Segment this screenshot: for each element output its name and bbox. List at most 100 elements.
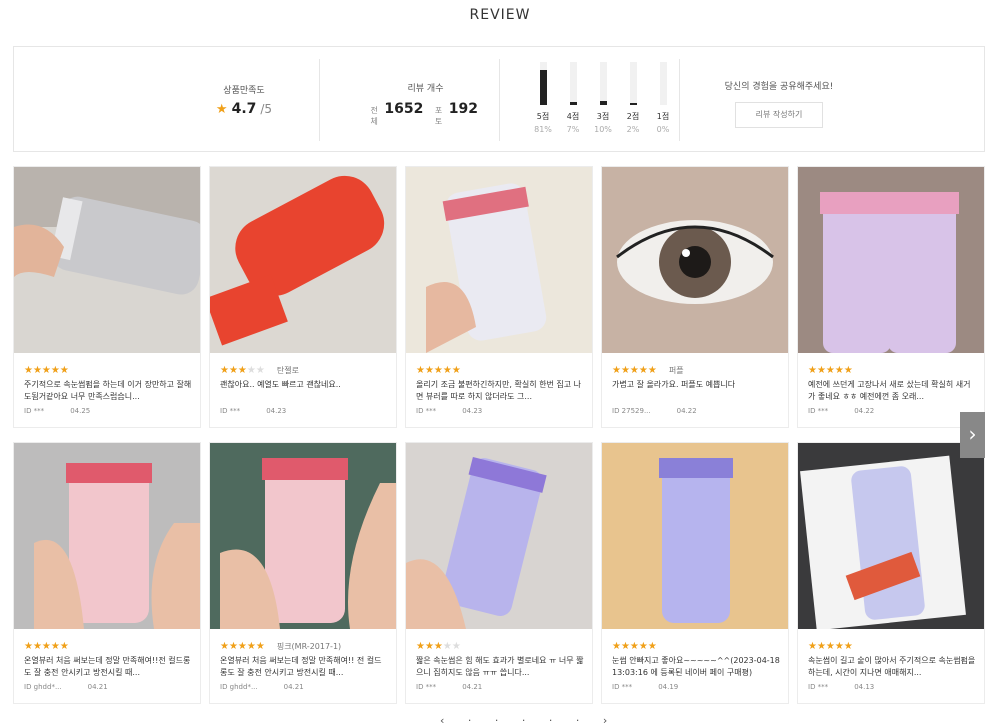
rating-stars: ★★★★★ bbox=[416, 640, 461, 652]
rating-stars: ★★★★★ bbox=[612, 640, 657, 652]
review-card[interactable]: ★★★★★ 올리기 조금 불편하긴하지만, 확실히 한번 집고 나면 뷰러를 따… bbox=[405, 166, 593, 428]
rating-stars: ★★★ ★★ 탄젤로 bbox=[220, 364, 299, 376]
dist-bar bbox=[629, 103, 637, 105]
next-page-button[interactable]: › bbox=[960, 412, 985, 458]
review-summary: 상품만족도 ★ 4.7 /5 리뷰 개수 전체 1652 포토 192 5점 8… bbox=[13, 46, 985, 152]
review-text: 올리기 조금 불편하긴하지만, 확실히 한번 집고 나면 뷰러를 따로 하지 않… bbox=[416, 380, 581, 401]
rating-max: /5 bbox=[260, 102, 273, 116]
review-date: 04.21 bbox=[283, 683, 304, 691]
review-option: 핑크(MR-2017-1) bbox=[276, 641, 342, 651]
review-photo[interactable] bbox=[602, 443, 788, 629]
divider bbox=[319, 59, 320, 141]
review-photo[interactable] bbox=[14, 167, 200, 353]
review-text: 눈썹 안빠지고 좋아요~~~~~^^(2023-04-18 13:03:16 에… bbox=[612, 656, 780, 677]
review-date: 04.25 bbox=[70, 407, 91, 415]
review-count-label: 리뷰 개수 bbox=[407, 84, 444, 94]
review-option: 퍼플 bbox=[668, 365, 684, 375]
dist-bar bbox=[569, 102, 577, 105]
dist-1: 1점 0% bbox=[648, 62, 678, 134]
dist-pct: 10% bbox=[594, 125, 612, 134]
review-card[interactable]: ★★★★★ 눈썹 안빠지고 좋아요~~~~~^^(2023-04-18 13:0… bbox=[601, 442, 789, 704]
review-photo[interactable] bbox=[406, 167, 592, 353]
dist-5: 5점 81% bbox=[528, 62, 558, 134]
chevron-right-icon: › bbox=[968, 422, 977, 446]
rating-stars: ★★★★★ bbox=[416, 364, 461, 376]
divider bbox=[499, 59, 500, 141]
rating-stars: ★★★★★ 퍼플 bbox=[612, 364, 684, 376]
review-user: ID *** bbox=[808, 683, 829, 691]
pagination[interactable]: ‹ · · · · · › bbox=[440, 714, 617, 723]
review-photo[interactable] bbox=[798, 443, 984, 629]
write-review-button[interactable]: 리뷰 작성하기 bbox=[735, 102, 823, 128]
rating-stars: ★★★★★ bbox=[24, 364, 69, 376]
total-count: 1652 bbox=[384, 101, 424, 117]
review-date: 04.21 bbox=[462, 683, 483, 691]
review-photo[interactable] bbox=[798, 167, 984, 353]
review-user: ID *** bbox=[612, 683, 633, 691]
photo-count: 192 bbox=[448, 101, 478, 117]
review-date: 04.19 bbox=[658, 683, 679, 691]
review-text: 주기적으로 속눈썹펌을 하는데 이거 장만하고 잘해도됨거같아요 너무 만족스럽… bbox=[24, 380, 192, 401]
review-user: ID *** bbox=[808, 407, 829, 415]
review-user: ID *** bbox=[416, 683, 437, 691]
review-card[interactable]: ★★★ ★★ 짧은 속눈썹은 힘 해도 효과가 별로네요 ㅠ 너무 짧으니 집히지… bbox=[405, 442, 593, 704]
satisfaction-block: 상품만족도 ★ 4.7 /5 bbox=[199, 83, 289, 117]
review-photo[interactable] bbox=[14, 443, 200, 629]
review-text: 가볍고 잘 올라가요. 퍼플도 예쁩니다 bbox=[612, 380, 736, 389]
rating-stars: ★★★★★ 핑크(MR-2017-1) bbox=[220, 640, 342, 652]
review-card[interactable]: ★★★★★ 퍼플 가볍고 잘 올라가요. 퍼플도 예쁩니다 ID 27529...… bbox=[601, 166, 789, 428]
dist-3: 3점 10% bbox=[588, 62, 618, 134]
review-user: ID *** bbox=[416, 407, 437, 415]
dist-label: 1점 bbox=[656, 112, 670, 121]
review-text: 짧은 속눈썹은 힘 해도 효과가 별로네요 ㅠ 너무 짧으니 집히지도 않음 ㅠ… bbox=[416, 656, 584, 677]
share-text: 당신의 경험을 공유해주세요! bbox=[724, 82, 834, 92]
review-text: 온열뷰러 처음 써보는데 정말 만족해여!! 전 컬드롱도 잘 충전 안시키고 … bbox=[220, 656, 382, 677]
review-user: ID ghdd*... bbox=[24, 683, 62, 691]
review-date: 04.23 bbox=[266, 407, 287, 415]
review-card[interactable]: ★★★★★ 예전에 쓰던게 고장나서 새로 샀는데 확실히 새거가 좋네요 ㅎㅎ… bbox=[797, 166, 985, 428]
review-user: ID ghdd*... bbox=[220, 683, 258, 691]
review-option: 탄젤로 bbox=[276, 365, 299, 375]
dist-bar bbox=[599, 101, 607, 105]
review-photo[interactable] bbox=[406, 443, 592, 629]
review-card[interactable]: ★★★★★ 주기적으로 속눈썹펌을 하는데 이거 장만하고 잘해도됨거같아요 너… bbox=[13, 166, 201, 428]
review-card[interactable]: ★★★ ★★ 탄젤로 괜찮아요.. 예열도 빠르고 괜찮네요.. ID *** 04.… bbox=[209, 166, 397, 428]
review-date: 04.23 bbox=[462, 407, 483, 415]
dist-label: 4점 bbox=[566, 112, 580, 121]
review-card[interactable]: ★★★★★ 온열뷰러 처음 써보는데 정말 만족해여!!전 컬드롱도 잘 충전 … bbox=[13, 442, 201, 704]
star-icon: ★ bbox=[215, 102, 228, 117]
dist-4: 4점 7% bbox=[558, 62, 588, 134]
review-date: 04.13 bbox=[854, 683, 875, 691]
review-photo[interactable] bbox=[210, 443, 396, 629]
review-card[interactable]: ★★★★★ 속눈썹이 길고 숱이 많아서 주기적으로 속눈썹펌을 하는데, 시간… bbox=[797, 442, 985, 704]
rating-distribution: 5점 81% 4점 7% 3점 10% 2점 2% 1점 0% bbox=[528, 62, 678, 142]
review-user: ID *** bbox=[24, 407, 45, 415]
rating-stars: ★★★★★ bbox=[808, 364, 853, 376]
dist-pct: 0% bbox=[656, 125, 670, 134]
dist-bar bbox=[539, 70, 547, 105]
review-photo[interactable] bbox=[210, 167, 396, 353]
review-date: 04.22 bbox=[854, 407, 875, 415]
review-text: 예전에 쓰던게 고장나서 새로 샀는데 확실히 새거가 좋네요 ㅎㅎ 예전에껀 … bbox=[808, 380, 971, 401]
dist-pct: 81% bbox=[534, 125, 552, 134]
total-label: 전체 bbox=[370, 106, 378, 126]
review-user: ID 27529... bbox=[612, 407, 651, 415]
page-title: REVIEW bbox=[469, 7, 531, 23]
review-card[interactable]: ★★★★★ 핑크(MR-2017-1) 온열뷰러 처음 써보는데 정말 만족해여!… bbox=[209, 442, 397, 704]
share-block: 당신의 경험을 공유해주세요! 리뷰 작성하기 bbox=[704, 79, 854, 128]
review-text: 온열뷰러 처음 써보는데 정말 만족해여!!전 컬드롱도 잘 충전 안시키고 방… bbox=[24, 656, 191, 677]
review-text: 괜찮아요.. 예열도 빠르고 괜찮네요.. bbox=[220, 380, 341, 389]
satisfaction-label: 상품만족도 bbox=[223, 86, 265, 96]
review-photo[interactable] bbox=[602, 167, 788, 353]
photo-label: 포토 bbox=[434, 106, 443, 126]
rating-score: 4.7 bbox=[231, 101, 257, 117]
dist-pct: 2% bbox=[626, 125, 640, 134]
dist-label: 2점 bbox=[626, 112, 640, 121]
dist-pct: 7% bbox=[566, 125, 580, 134]
rating-stars: ★★★★★ bbox=[24, 640, 69, 652]
review-date: 04.21 bbox=[87, 683, 108, 691]
rating-stars: ★★★★★ bbox=[808, 640, 853, 652]
dist-2: 2점 2% bbox=[618, 62, 648, 134]
review-date: 04.22 bbox=[676, 407, 697, 415]
dist-label: 3점 bbox=[596, 112, 610, 121]
